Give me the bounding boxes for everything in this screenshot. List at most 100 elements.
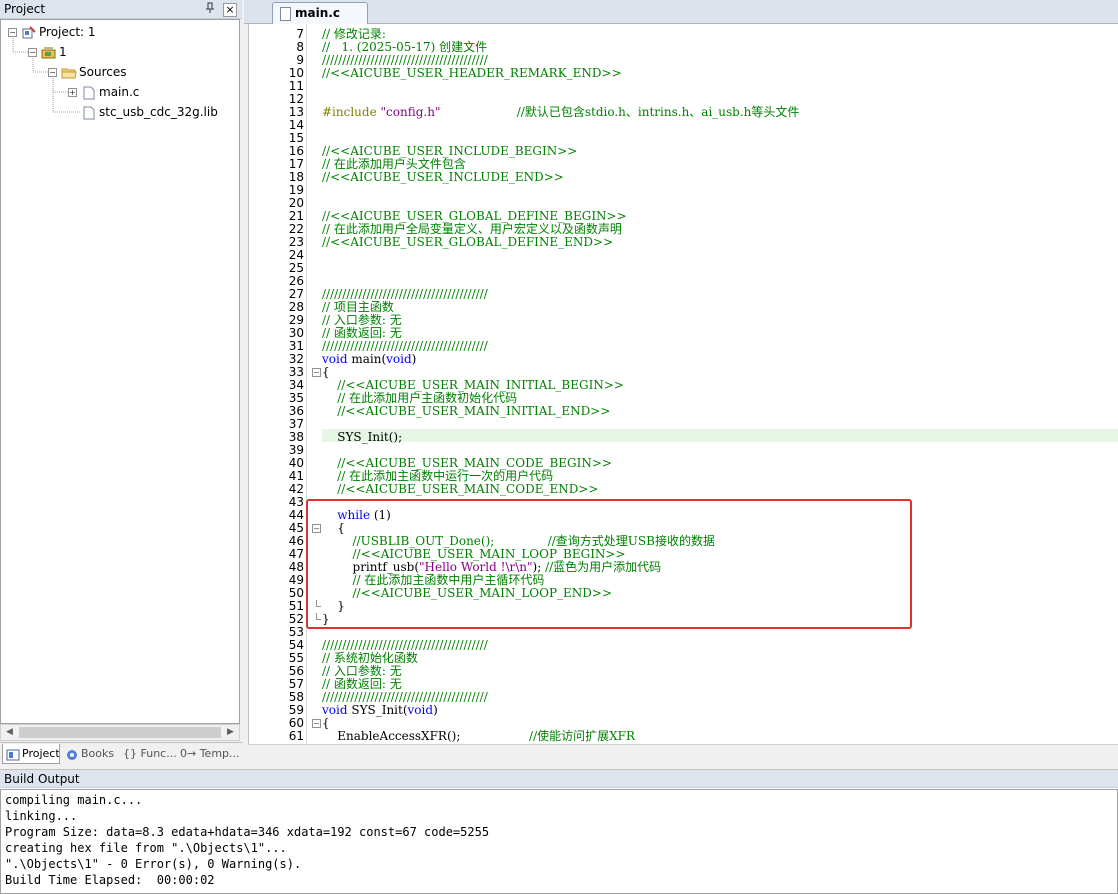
code-line[interactable]: 50 //<<AICUBE_USER_MAIN_LOOP_END>> xyxy=(249,587,1118,600)
code-token: // 在此添加用户头文件包含 xyxy=(322,157,466,171)
ide-window: Project × − Project: 1 −1 − Sources + main.… xyxy=(0,0,1118,894)
code-line[interactable]: 42 //<<AICUBE_USER_MAIN_CODE_END>> xyxy=(249,483,1118,496)
code-token: // 函数返回: 无 xyxy=(322,677,402,691)
code-line[interactable]: 11 xyxy=(249,80,1118,93)
code-token: void xyxy=(322,352,348,366)
build-output-title: Build Output xyxy=(4,772,80,786)
code-token: ////////////////////////////////////////… xyxy=(322,287,488,301)
tab-project[interactable]: Project xyxy=(2,744,60,764)
code-editor[interactable]: 7// 修改记录: 8// 1. (2025-05-17) 创建文件 9//////… xyxy=(248,24,1118,744)
code-token: ); xyxy=(532,560,546,574)
code-token: //<<AICUBE_USER_MAIN_CODE_BEGIN>> xyxy=(322,456,612,470)
code-token: ////////////////////////////////////////… xyxy=(322,53,488,67)
code-line[interactable]: 10//<<AICUBE_USER_HEADER_REMARK_END>> xyxy=(249,67,1118,80)
code-text: //<<AICUBE_USER_GLOBAL_DEFINE_END>> xyxy=(322,236,613,249)
code-line[interactable]: 18//<<AICUBE_USER_INCLUDE_END>> xyxy=(249,171,1118,184)
code-token: SYS_Init(); xyxy=(322,430,403,444)
scroll-right-icon[interactable]: ▶ xyxy=(223,726,238,739)
code-line[interactable]: 23//<<AICUBE_USER_GLOBAL_DEFINE_END>> xyxy=(249,236,1118,249)
tab-functions[interactable]: {} Func... xyxy=(120,744,176,764)
tab-label: main.c xyxy=(295,6,340,20)
books-icon xyxy=(65,748,79,760)
code-token: //<<AICUBE_USER_INCLUDE_END>> xyxy=(322,170,564,184)
code-text: void SYS_Init(void) xyxy=(322,704,438,717)
build-output-panel: Build Output compiling main.c... linking… xyxy=(0,769,1118,894)
scrollbar-thumb[interactable] xyxy=(19,727,221,738)
code-token: //<<AICUBE_USER_INCLUDE_BEGIN>> xyxy=(322,144,578,158)
editor-tab-bar: main.c xyxy=(244,0,1118,25)
build-line: creating hex file from ".\Objects\1"... xyxy=(5,841,287,855)
project-panel-title: Project xyxy=(4,2,46,16)
code-line[interactable]: 32 void main(void) xyxy=(249,353,1118,366)
build-output-text[interactable]: compiling main.c... linking... Program S… xyxy=(0,789,1118,894)
fold-collapse-icon[interactable]: − xyxy=(312,524,321,533)
code-token: #include xyxy=(322,105,381,119)
code-token: "Hello World !\r\n" xyxy=(419,560,533,574)
code-token: ////////////////////////////////////////… xyxy=(322,339,488,353)
code-line[interactable]: 59 void SYS_Init(void) xyxy=(249,704,1118,717)
tab-label: Books xyxy=(81,747,115,760)
tree-horizontal-scrollbar[interactable]: ◀ ▶ xyxy=(0,724,240,741)
code-token: ////////////////////////////////////////… xyxy=(322,638,488,652)
code-line[interactable]: 14 xyxy=(249,119,1118,132)
code-line[interactable]: 51 } xyxy=(249,600,1118,613)
code-line[interactable]: 38 SYS_Init(); xyxy=(249,431,1118,444)
code-token: "config.h" xyxy=(380,105,441,119)
code-token: while xyxy=(337,508,371,522)
code-text: SYS_Init(); xyxy=(322,431,402,444)
code-line[interactable]: 44 while (1) xyxy=(249,509,1118,522)
code-token: ) xyxy=(411,352,417,366)
scroll-left-icon[interactable]: ◀ xyxy=(2,726,17,739)
code-token: //默认已包含stdio.h、intrins.h、ai_usb.h等头文件 xyxy=(516,105,800,119)
code-token: // 入口参数: 无 xyxy=(322,664,402,678)
code-token: // 系统初始化函数 xyxy=(322,651,418,665)
code-text: //<<AICUBE_USER_MAIN_INITIAL_END>> xyxy=(322,405,610,418)
code-line[interactable]: 52} xyxy=(249,613,1118,626)
fold-collapse-icon[interactable]: − xyxy=(312,719,321,728)
code-token: //USBLIB_OUT_Done(); //查询方式处理USB接收的数据 xyxy=(322,534,715,548)
build-line: ".\Objects\1" - 0 Error(s), 0 Warning(s)… xyxy=(5,857,302,871)
code-token: // 在此添加主函数中运行一次的用户代码 xyxy=(322,469,554,483)
code-token: ) xyxy=(433,703,438,717)
pin-icon[interactable] xyxy=(205,2,215,17)
code-line[interactable]: 36 //<<AICUBE_USER_MAIN_INITIAL_END>> xyxy=(249,405,1118,418)
code-token: // 修改记录: xyxy=(322,27,386,41)
code-line[interactable]: 61 EnableAccessXFR(); //使能访问扩展XFR xyxy=(249,730,1118,743)
tab-templates[interactable]: 0→ Temp... xyxy=(178,744,240,764)
code-token: //<<AICUBE_USER_GLOBAL_DEFINE_BEGIN>> xyxy=(322,209,627,223)
code-token: // 1. (2025-05-17) 创建文件 xyxy=(322,40,488,54)
code-token: // 在此添加主函数中用户主循环代码 xyxy=(322,573,545,587)
code-line[interactable]: 13 #include "config.h" //默认已包含stdio.h、int… xyxy=(249,106,1118,119)
code-line[interactable]: 25 xyxy=(249,262,1118,275)
code-text: //<<AICUBE_USER_MAIN_CODE_END>> xyxy=(322,483,598,496)
code-text: #include "config.h" //默认已包含stdio.h、intri… xyxy=(322,106,799,119)
code-token: SYS_Init( xyxy=(347,703,408,717)
code-token: // 函数返回: 无 xyxy=(322,326,402,340)
code-text: //<<AICUBE_USER_HEADER_REMARK_END>> xyxy=(322,67,622,80)
code-line[interactable]: 19 xyxy=(249,184,1118,197)
code-token: // 项目主函数 xyxy=(322,300,394,314)
code-token: (1) xyxy=(370,508,391,522)
editor-horizontal-scrollbar[interactable] xyxy=(248,744,1118,764)
code-token: //<<AICUBE_USER_MAIN_LOOP_END>> xyxy=(322,586,613,600)
tab-main-c[interactable]: main.c xyxy=(272,2,368,25)
code-token: { xyxy=(322,365,330,379)
tab-label: 0→ Temp... xyxy=(180,747,240,760)
project-panel-tabs: Project Books {} Func... 0→ Temp... xyxy=(0,742,242,764)
code-token: } xyxy=(322,612,330,626)
close-icon[interactable]: × xyxy=(223,3,237,17)
code-text: EnableAccessXFR(); //使能访问扩展XFR xyxy=(322,730,635,743)
fold-collapse-icon[interactable]: − xyxy=(312,368,321,377)
code-line[interactable]: 24 xyxy=(249,249,1118,262)
build-line: Build Time Elapsed: 00:00:02 xyxy=(5,873,215,887)
code-text: } xyxy=(322,613,330,626)
code-token: ////////////////////////////////////////… xyxy=(322,690,488,704)
tab-books[interactable]: Books xyxy=(62,744,118,764)
code-token: //蓝色为用户添加代码 xyxy=(545,560,662,574)
code-text: //<<AICUBE_USER_MAIN_LOOP_END>> xyxy=(322,586,613,600)
code-token: // 在此添加用户主函数初始化代码 xyxy=(322,391,518,405)
code-token: //<<AICUBE_USER_HEADER_REMARK_END>> xyxy=(322,66,622,80)
file-icon xyxy=(280,7,291,21)
